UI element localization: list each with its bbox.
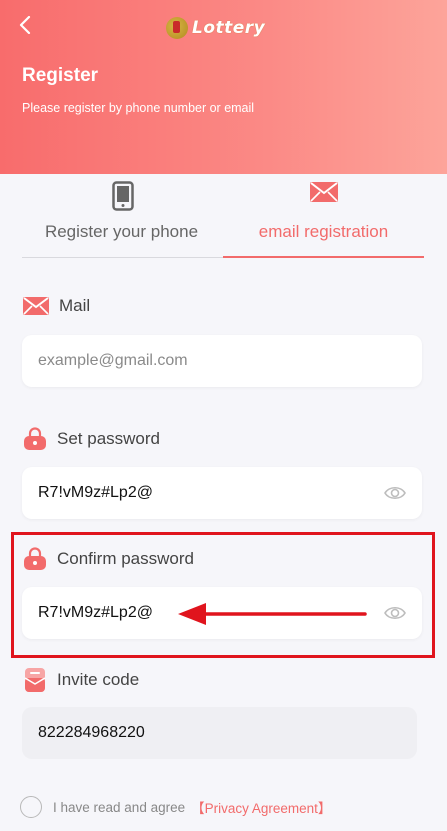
confirm-password-label-text: Confirm password xyxy=(57,549,194,568)
agree-radio[interactable] xyxy=(20,796,42,818)
set-password-label-text: Set password xyxy=(57,429,160,448)
tab-register-phone[interactable]: Register your phone xyxy=(22,176,223,258)
logo: Lottery xyxy=(166,14,265,42)
mail-label-text: Mail xyxy=(59,296,91,315)
logo-mark xyxy=(166,17,188,39)
set-password-label: Set password xyxy=(22,427,160,451)
mail-label: Mail xyxy=(22,296,90,316)
arrow-left-icon xyxy=(178,603,367,625)
mail-input[interactable] xyxy=(38,335,378,387)
invite-code-input[interactable] xyxy=(38,707,378,759)
invite-icon xyxy=(24,668,46,692)
eye-icon[interactable] xyxy=(384,603,406,623)
lock-icon xyxy=(24,427,46,450)
invite-code-label: Invite code xyxy=(22,667,139,693)
privacy-agreement-link[interactable]: 【Privacy Agreement】 xyxy=(191,797,331,817)
lock-icon xyxy=(24,547,46,570)
back-button[interactable] xyxy=(14,14,36,36)
agreement-row: I have read and agree 【Privacy Agreement… xyxy=(20,796,331,818)
page-subtitle: Please register by phone number or email xyxy=(22,101,255,115)
agreement-text: I have read and agree xyxy=(53,799,186,815)
invite-code-label-text: Invite code xyxy=(57,670,140,689)
invite-code-input-box xyxy=(22,707,417,759)
phone-icon xyxy=(111,181,134,211)
set-password-input-box xyxy=(22,467,422,519)
header: Lottery Register Please register by phon… xyxy=(0,0,447,174)
tab-label: email registration xyxy=(258,222,389,241)
register-tabs: Register your phone email registration xyxy=(22,176,424,258)
logo-text: Lottery xyxy=(192,18,266,38)
eye-icon[interactable] xyxy=(384,483,406,503)
chevron-left-icon xyxy=(19,16,31,34)
set-password-input[interactable] xyxy=(38,467,378,519)
mail-input-box xyxy=(22,335,422,387)
mail-icon xyxy=(23,297,49,315)
page-title: Register xyxy=(22,65,99,86)
tab-label: Register your phone xyxy=(44,222,199,241)
confirm-password-label: Confirm password xyxy=(22,547,194,571)
mail-icon xyxy=(309,182,338,202)
tab-email-registration[interactable]: email registration xyxy=(223,176,424,258)
